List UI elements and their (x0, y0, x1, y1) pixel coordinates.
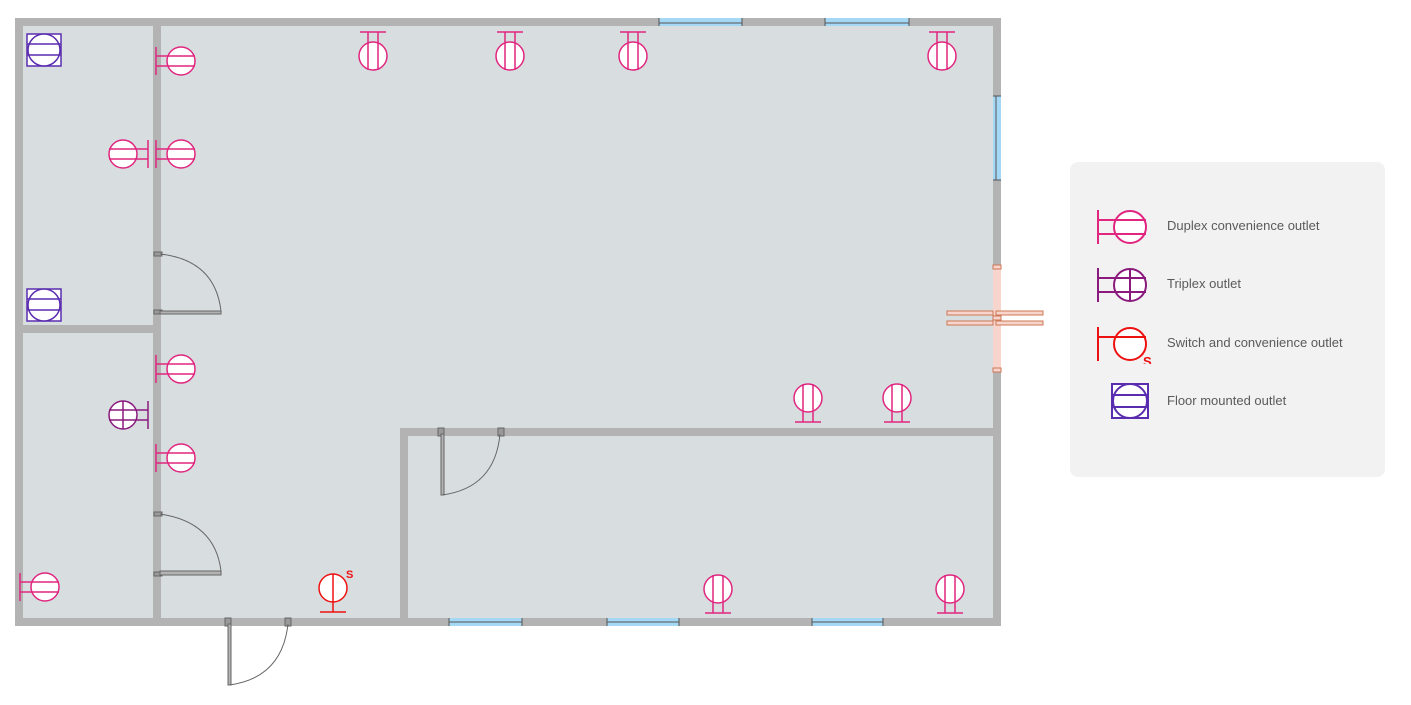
floor-outlet-icon (26, 288, 62, 322)
window (993, 95, 1001, 181)
legend-item-triplex: Triplex outlet (1070, 265, 1385, 305)
floor-outlet-icon (1111, 383, 1149, 419)
window (658, 18, 743, 26)
legend-item-duplex: Duplex convenience outlet (1070, 207, 1385, 247)
wall-interior-room-top (400, 428, 997, 436)
switch-outlet-icon: S (1097, 327, 1152, 364)
window (824, 18, 910, 26)
wall-interior-vertical (153, 22, 161, 622)
wall-interior-room-left (400, 428, 408, 622)
window (811, 618, 884, 626)
legend: Duplex convenience outlet Triplex outlet… (1070, 162, 1385, 477)
duplex-outlet-icon (1097, 210, 1147, 244)
legend-label: Duplex convenience outlet (1167, 218, 1320, 233)
legend-label: Floor mounted outlet (1167, 393, 1287, 408)
legend-item-switch: S Switch and convenience outlet (1070, 324, 1385, 364)
wall-left (15, 18, 23, 626)
wall-interior-horizontal-left (20, 325, 158, 333)
legend-label: Switch and convenience outlet (1167, 335, 1343, 350)
switch-mark: S (346, 569, 353, 581)
window (448, 618, 523, 626)
legend-item-floor: Floor mounted outlet (1070, 382, 1385, 422)
floor-area (20, 22, 997, 622)
floor-outlet-icon (26, 33, 62, 67)
switch-mark: S (1143, 354, 1152, 364)
door (224, 617, 292, 686)
window (606, 618, 680, 626)
legend-label: Triplex outlet (1167, 276, 1241, 291)
triplex-outlet-icon (1097, 268, 1147, 302)
